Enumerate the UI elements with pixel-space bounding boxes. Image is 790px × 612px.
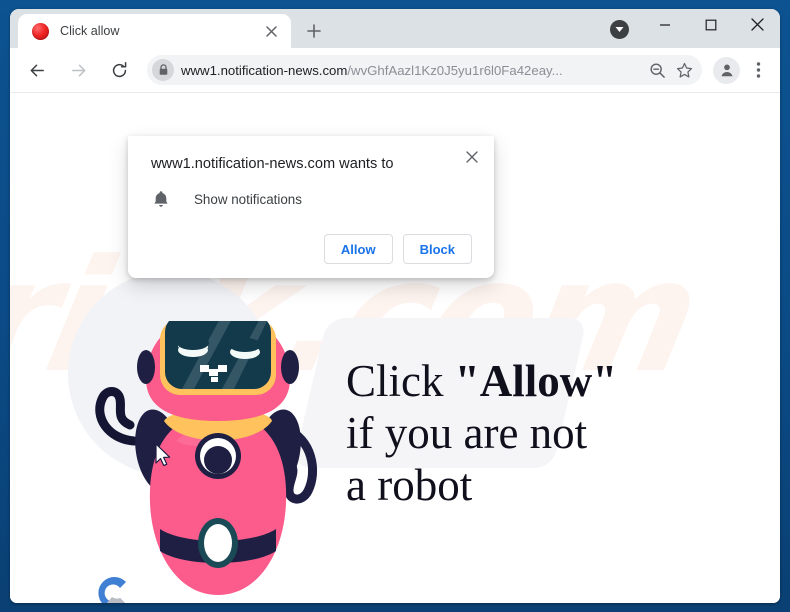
address-bar[interactable]: www1.notification-news.com/wvGhfAazl1Kz0…: [147, 55, 702, 85]
tab-search-button[interactable]: [606, 16, 632, 42]
dialog-title: www1.notification-news.com wants to: [151, 156, 394, 172]
window-controls: [642, 9, 780, 48]
tab-strip: Click allow: [10, 9, 780, 48]
notification-permission-dialog: www1.notification-news.com wants to Show…: [128, 136, 494, 278]
close-icon[interactable]: [459, 144, 485, 170]
headline-line1-emphasis: "Allow": [454, 356, 618, 406]
ecaptcha-logo: E-CAPTCHA: [87, 571, 143, 603]
browser-window: Click allow www1.notification-news.com/w…: [10, 9, 780, 603]
dialog-permission-label: Show notifications: [194, 191, 302, 207]
ecaptcha-c-icon: [98, 577, 126, 603]
three-dot-menu-icon[interactable]: [745, 57, 772, 84]
close-window-button[interactable]: [734, 9, 780, 40]
headline-line1-prefix: Click: [346, 356, 455, 406]
url-host: www1.notification-news.com: [181, 62, 348, 78]
lock-icon[interactable]: [152, 59, 174, 81]
url-text[interactable]: www1.notification-news.com/wvGhfAazl1Kz0…: [181, 63, 644, 78]
forward-arrow-icon: [63, 55, 93, 85]
star-icon[interactable]: [671, 57, 698, 84]
allow-button[interactable]: Allow: [323, 234, 393, 264]
tab-title: Click allow: [60, 24, 120, 38]
bell-icon: [150, 190, 172, 208]
browser-toolbar: www1.notification-news.com/wvGhfAazl1Kz0…: [10, 48, 780, 93]
red-sphere-favicon: [32, 22, 49, 40]
headline-line3: a robot: [346, 460, 473, 510]
chevron-down-icon: [609, 19, 629, 39]
headline-line2: if you are not: [346, 408, 588, 458]
minimize-button[interactable]: [642, 9, 688, 40]
pink-robot-mascot: [95, 321, 318, 595]
zoom-out-icon[interactable]: [644, 57, 671, 84]
maximize-button[interactable]: [688, 9, 734, 40]
page-headline: Click "Allow" if you are not a robot: [346, 355, 617, 511]
dialog-actions: Allow Block: [150, 234, 472, 264]
url-path: /wvGhfAazl1Kz0J5yu1r6l0Fa42eay...: [347, 62, 563, 78]
profile-avatar-icon[interactable]: [713, 56, 740, 84]
back-arrow-icon[interactable]: [22, 55, 52, 85]
page-viewport: risk.com Click "Allow" if you are not a …: [10, 93, 780, 603]
close-icon[interactable]: [260, 20, 282, 42]
reload-icon[interactable]: [104, 55, 134, 85]
mouse-cursor: [155, 443, 171, 467]
browser-window-frame: Click allow www1.notification-news.com/w…: [0, 0, 790, 612]
browser-tab[interactable]: Click allow: [18, 14, 291, 48]
dialog-permission-row: Show notifications: [150, 190, 472, 208]
new-tab-button[interactable]: [300, 17, 328, 45]
block-button[interactable]: Block: [402, 234, 472, 264]
